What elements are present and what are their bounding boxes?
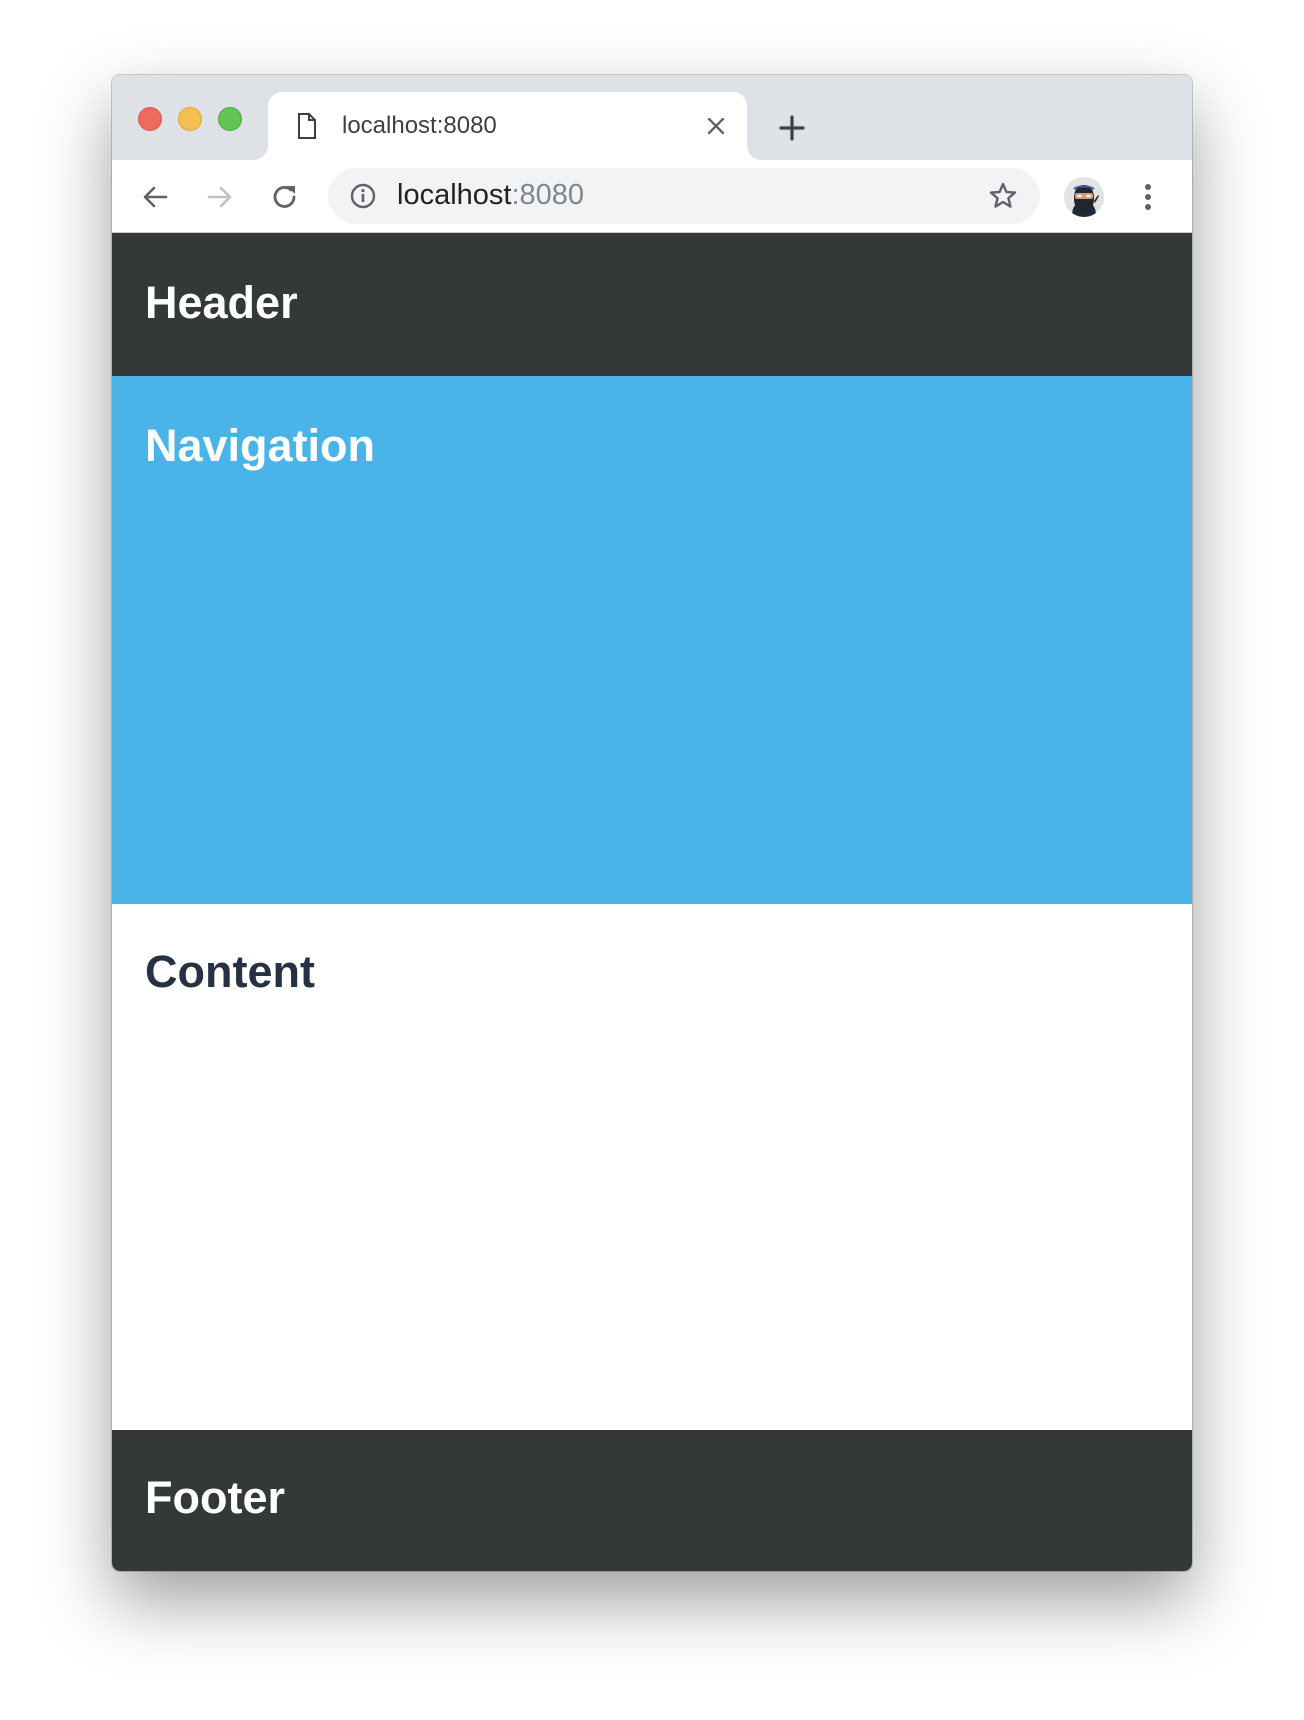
plus-icon[interactable] (777, 113, 807, 143)
page-viewport: Header Navigation Content Footer (112, 233, 1192, 1571)
maximize-window-button[interactable] (218, 107, 242, 131)
arrow-right-icon[interactable] (205, 182, 235, 212)
star-icon[interactable] (988, 181, 1018, 211)
arrow-left-icon[interactable] (140, 182, 170, 212)
navigation-section: Navigation (112, 376, 1192, 904)
footer-title: Footer (145, 1472, 285, 1523)
header-section: Header (112, 233, 1192, 376)
browser-tab[interactable]: localhost:8080 (254, 92, 761, 160)
reload-icon[interactable] (270, 182, 300, 212)
content-section: Content (112, 904, 1192, 1430)
close-window-button[interactable] (138, 107, 162, 131)
header-title: Header (145, 277, 298, 328)
url-host: localhost (397, 179, 512, 211)
ninja-avatar-icon (1064, 177, 1104, 217)
tab-title: localhost:8080 (342, 112, 497, 139)
address-bar[interactable]: localhost:8080 (328, 168, 1040, 224)
close-icon[interactable] (704, 114, 728, 138)
info-icon[interactable] (349, 182, 377, 210)
browser-toolbar: localhost:8080 (112, 160, 1192, 233)
profile-avatar[interactable] (1064, 177, 1104, 217)
document-icon (298, 113, 316, 139)
url-port: :8080 (511, 179, 585, 211)
footer-section: Footer (112, 1430, 1192, 1571)
navigation-title: Navigation (145, 420, 376, 471)
browser-window: localhost:8080 localhost:8080 Header Nav… (112, 75, 1192, 1571)
minimize-window-button[interactable] (178, 107, 202, 131)
content-title: Content (145, 946, 315, 997)
tab-strip: localhost:8080 (112, 75, 1192, 160)
url-text[interactable]: localhost:8080 (397, 179, 584, 212)
kebab-menu-icon[interactable] (1136, 181, 1160, 213)
